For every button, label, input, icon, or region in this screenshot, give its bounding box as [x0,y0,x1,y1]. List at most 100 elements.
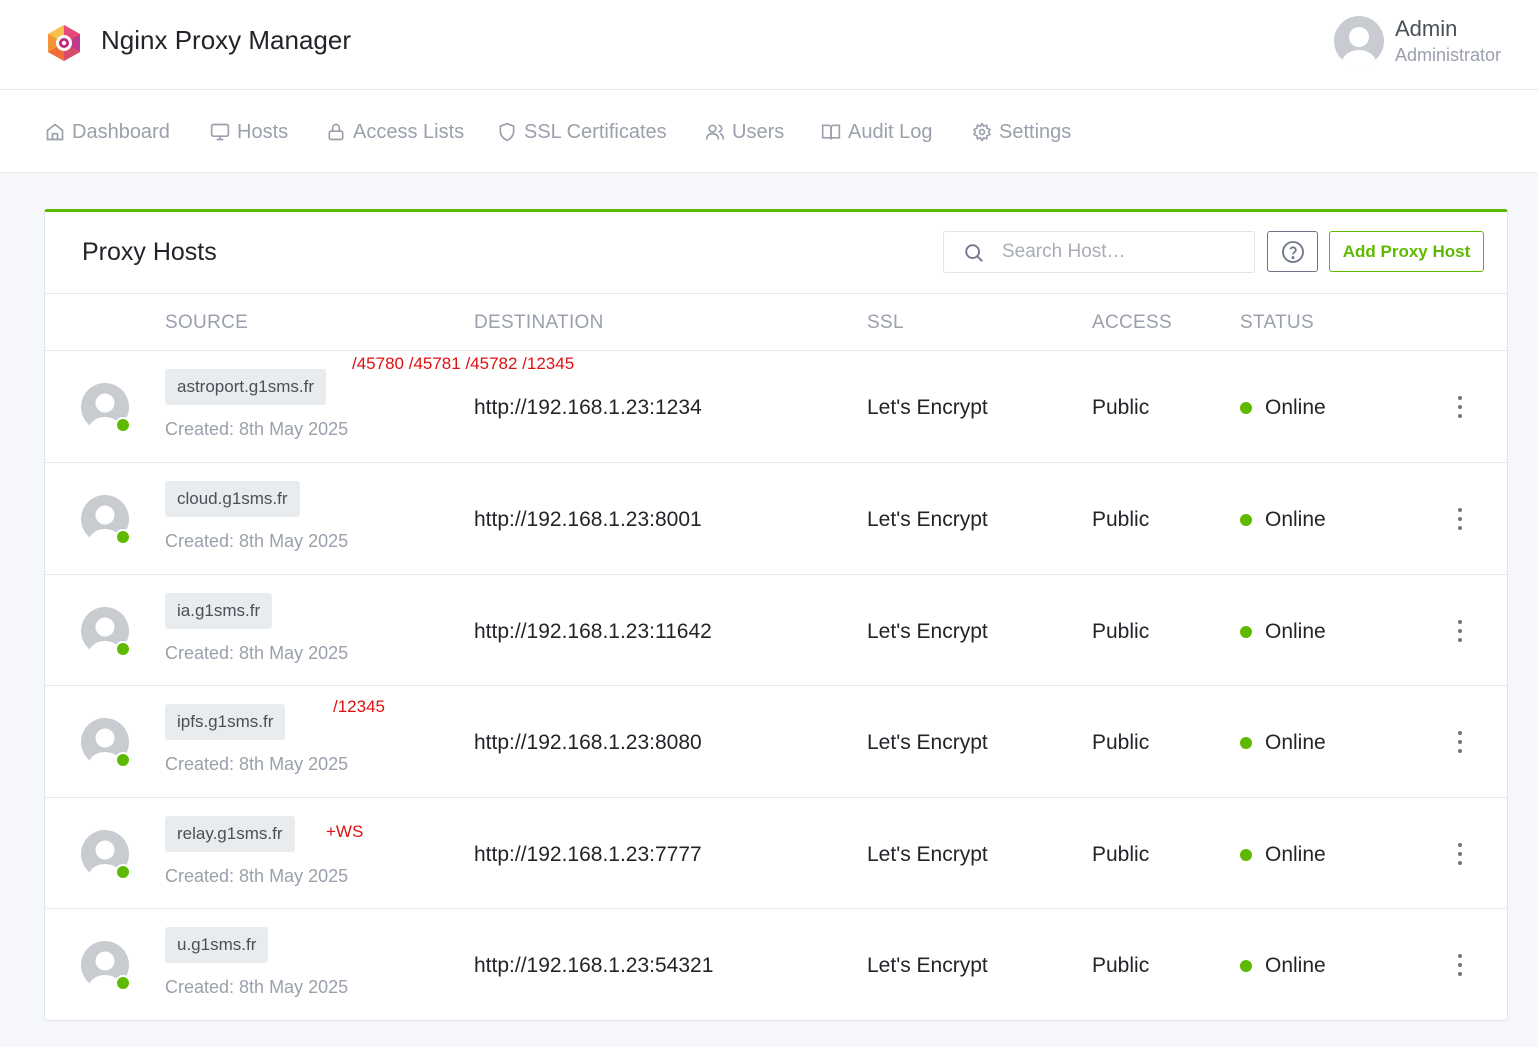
nav-item-settings[interactable]: Settings [972,118,1071,146]
domain-badge[interactable]: relay.g1sms.fr [165,816,295,852]
created-date: Created: 8th May 2025 [165,643,349,663]
host-avatar [81,607,131,665]
ssl-provider: Let's Encrypt [867,508,988,531]
nav-item-ssl-certificates[interactable]: SSL Certificates [497,118,667,146]
home-icon [46,123,64,141]
online-indicator [115,752,131,768]
nav-label: Audit Log [848,120,933,143]
online-indicator [115,864,131,880]
app-title[interactable]: Nginx Proxy Manager [101,25,351,56]
table-row[interactable]: ipfs.g1sms.fr /12345 Created: 8th May 20… [45,685,1507,797]
table-row[interactable]: cloud.g1sms.fr Created: 8th May 2025 htt… [45,462,1507,574]
status-text: Online [1265,508,1326,531]
destination-url: http://192.168.1.23:1234 [474,396,702,419]
gear-icon [972,122,992,142]
table-row[interactable]: relay.g1sms.fr +WS Created: 8th May 2025… [45,797,1507,909]
monitor-icon [210,123,230,141]
nav-item-users[interactable]: Users [705,118,784,146]
access-level: Public [1092,731,1150,754]
column-header-ssl[interactable]: SSL [867,312,904,334]
help-button[interactable] [1267,231,1318,272]
lock-icon [328,123,344,141]
user-role: Administrator [1395,45,1502,65]
user-name[interactable]: Admin [1395,16,1457,42]
domain-badge[interactable]: cloud.g1sms.fr [165,481,300,517]
nav-label: Dashboard [72,120,170,143]
online-indicator [115,641,131,657]
created-date: Created: 8th May 2025 [165,754,349,774]
shield-icon [499,122,515,142]
card-title: Proxy Hosts [82,238,217,266]
status-text: Online [1265,731,1326,754]
more-options-icon[interactable] [1449,951,1471,979]
online-indicator [115,417,131,433]
nav-item-audit-log[interactable]: Audit Log [821,118,933,146]
top-bar: Nginx Proxy Manager Admin Administrator [0,0,1538,90]
status-dot [1240,626,1252,638]
nav-item-dashboard[interactable]: Dashboard [45,118,170,146]
created-date: Created: 8th May 2025 [165,866,349,886]
ssl-provider: Let's Encrypt [867,843,988,866]
more-options-icon[interactable] [1449,393,1471,421]
host-avatar [81,830,131,888]
table-row[interactable]: u.g1sms.fr Created: 8th May 2025 http://… [45,908,1507,1020]
status-text: Online [1265,843,1326,866]
ssl-provider: Let's Encrypt [867,731,988,754]
host-avatar [81,718,131,776]
ssl-provider: Let's Encrypt [867,396,988,419]
destination-url: http://192.168.1.23:54321 [474,954,714,977]
access-level: Public [1092,620,1150,643]
annotation-note: +WS [326,822,364,841]
created-date: Created: 8th May 2025 [165,531,349,551]
column-header-access[interactable]: ACCESS [1092,312,1172,334]
nav-label: SSL Certificates [524,120,667,143]
nav-label: Hosts [237,120,289,143]
more-options-icon[interactable] [1449,840,1471,868]
nav-item-access-lists[interactable]: Access Lists [326,118,464,146]
domain-badge[interactable]: ipfs.g1sms.fr [165,704,286,740]
table-row[interactable]: astroport.g1sms.fr /45780 /45781 /45782 … [45,350,1507,462]
destination-url: http://192.168.1.23:7777 [474,843,702,866]
search-input[interactable] [1002,238,1242,266]
nginx-proxy-manager-logo-icon[interactable] [46,24,82,62]
column-header-source[interactable]: SOURCE [165,312,248,334]
more-options-icon[interactable] [1449,617,1471,645]
user-avatar[interactable] [1334,16,1384,66]
annotation-note: /45780 /45781 /45782 /12345 [352,354,575,373]
destination-url: http://192.168.1.23:8080 [474,731,702,754]
nav-item-hosts[interactable]: Hosts [210,118,288,146]
table-row[interactable]: ia.g1sms.fr Created: 8th May 2025 http:/… [45,574,1507,686]
nav-label: Access Lists [353,120,465,143]
ssl-provider: Let's Encrypt [867,954,988,977]
more-options-icon[interactable] [1449,505,1471,533]
ssl-provider: Let's Encrypt [867,620,988,643]
status-text: Online [1265,954,1326,977]
domain-badge[interactable]: ia.g1sms.fr [165,593,273,629]
nav-label: Users [732,120,785,143]
domain-badge[interactable]: u.g1sms.fr [165,927,269,963]
host-avatar [81,941,131,999]
column-header-status[interactable]: STATUS [1240,312,1314,334]
status-dot [1240,849,1252,861]
host-avatar [81,383,131,441]
status-text: Online [1265,396,1326,419]
users-icon [705,124,725,140]
proxy-hosts-card: Proxy Hosts Add Proxy Host SOURCE DESTIN… [44,209,1508,1021]
access-level: Public [1092,396,1150,419]
domain-badge[interactable]: astroport.g1sms.fr [165,369,326,405]
search-box[interactable] [943,231,1255,273]
created-date: Created: 8th May 2025 [165,419,349,439]
search-icon [965,244,983,262]
destination-url: http://192.168.1.23:11642 [474,620,712,643]
book-icon [821,124,841,140]
status-dot [1240,737,1252,749]
column-header-destination[interactable]: DESTINATION [474,312,604,334]
host-avatar [81,495,131,553]
add-proxy-host-button[interactable]: Add Proxy Host [1329,231,1484,272]
more-options-icon[interactable] [1449,728,1471,756]
status-text: Online [1265,620,1326,643]
nav-label: Settings [999,120,1072,143]
created-date: Created: 8th May 2025 [165,977,349,997]
annotation-note: /12345 [333,697,385,716]
access-level: Public [1092,508,1150,531]
